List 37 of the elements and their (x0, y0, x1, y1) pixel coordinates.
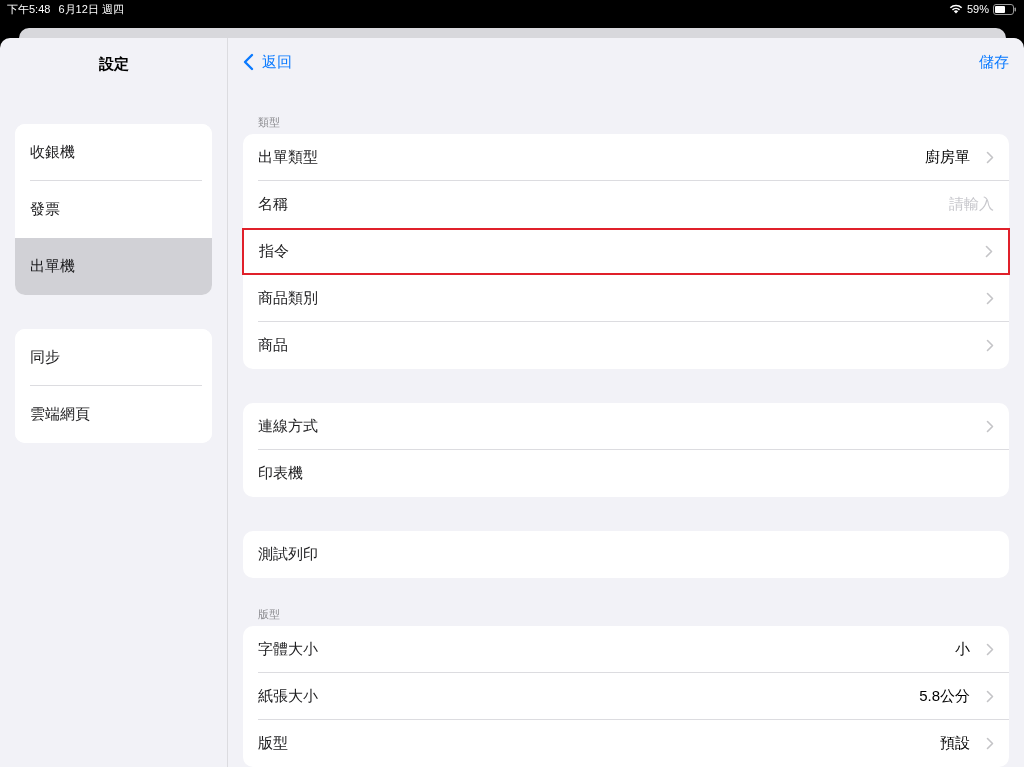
section-header: 版型 (257, 607, 281, 622)
row-label: 連線方式 (258, 416, 319, 437)
row-value: 小 (955, 639, 970, 660)
section-header: 類型 (257, 115, 281, 130)
settings-row[interactable]: 印表機 (243, 450, 1009, 497)
chevron-left-icon (243, 53, 254, 71)
row-label: 版型 (258, 733, 289, 754)
back-button[interactable]: 返回 (243, 50, 292, 74)
settings-row[interactable]: 測試列印 (243, 531, 1009, 578)
settings-row[interactable]: 字體大小 小 (243, 626, 1009, 673)
row-label: 字體大小 (258, 639, 319, 660)
settings-row[interactable]: 連線方式 (243, 403, 1009, 450)
row-label: 印表機 (258, 463, 304, 484)
settings-row[interactable]: 版型 預設 (243, 720, 1009, 767)
row-value: 廚房單 (925, 147, 970, 168)
settings-row[interactable]: 商品 (243, 322, 1009, 369)
sidebar-title: 設定 (97, 53, 130, 74)
row-label: 紙張大小 (258, 686, 319, 707)
battery-percent: 59% (966, 1, 989, 17)
sidebar-item[interactable]: 出單機 (15, 238, 212, 295)
status-date: 6月12日 週四 (58, 1, 124, 17)
row-value: 預設 (940, 733, 970, 754)
status-time: 下午5:48 (7, 1, 51, 17)
settings-row[interactable]: 紙張大小 5.8公分 (243, 673, 1009, 720)
settings-row[interactable]: 商品類別 (243, 275, 1009, 322)
row-value: 5.8公分 (919, 686, 970, 707)
row-label: 商品 (258, 335, 289, 356)
row-label: 名稱 (258, 194, 289, 215)
row-label: 指令 (259, 241, 290, 262)
row-label: 出單類型 (258, 147, 319, 168)
settings-row[interactable]: 指令 (242, 228, 1010, 275)
save-button[interactable]: 儲存 (979, 50, 1009, 74)
settings-row[interactable]: 出單類型 廚房單 (243, 134, 1009, 181)
wifi-icon (948, 4, 963, 14)
battery-icon (993, 3, 1017, 15)
row-label: 商品類別 (258, 288, 319, 309)
row-label: 測試列印 (258, 544, 319, 565)
